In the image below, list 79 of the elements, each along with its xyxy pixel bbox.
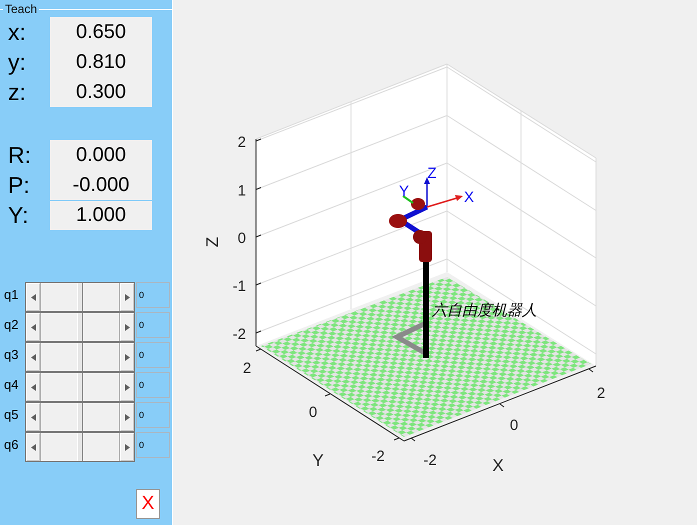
- left-arrow-icon: [30, 444, 36, 450]
- joint-slider[interactable]: [25, 432, 135, 462]
- frame-axis-label: X: [464, 189, 474, 206]
- slider-thumb[interactable]: [77, 433, 83, 461]
- scroll-left-button[interactable]: [26, 403, 40, 431]
- joint-label: q4: [3, 376, 20, 394]
- slider-thumb[interactable]: [77, 313, 83, 341]
- coordinate-label: x:: [8, 18, 27, 47]
- coordinate-value: 0.650: [50, 17, 152, 47]
- right-arrow-icon: [124, 384, 130, 390]
- slider-thumb[interactable]: [77, 283, 83, 311]
- joint-label: q3: [3, 346, 20, 364]
- tick-label: 2: [596, 385, 606, 402]
- scroll-left-button[interactable]: [26, 283, 40, 311]
- tick-label: 2: [242, 360, 252, 377]
- joint-value-field[interactable]: 0: [136, 312, 170, 338]
- joint-label: q6: [3, 436, 20, 454]
- joint-value-field[interactable]: 0: [136, 282, 170, 308]
- tick-label: 0: [308, 404, 318, 421]
- coordinate-label: P:: [8, 171, 31, 200]
- close-button[interactable]: X: [136, 489, 160, 519]
- joint-slider[interactable]: [25, 342, 135, 372]
- left-arrow-icon: [30, 414, 36, 420]
- coordinate-value: 0.810: [50, 47, 152, 77]
- coordinate-label: R:: [8, 141, 32, 170]
- slider-thumb[interactable]: [77, 343, 83, 371]
- coordinate-value: 0.000: [50, 140, 152, 170]
- scroll-right-button[interactable]: [120, 373, 134, 401]
- joint-value-field[interactable]: 0: [136, 372, 170, 398]
- right-arrow-icon: [124, 294, 130, 300]
- tick-label: 2: [238, 134, 246, 151]
- slider-thumb[interactable]: [77, 403, 83, 431]
- right-arrow-icon: [124, 354, 130, 360]
- coordinate-label: z:: [8, 78, 27, 107]
- joint-value-field[interactable]: 0: [136, 402, 170, 428]
- right-arrow-icon: [124, 444, 130, 450]
- left-arrow-icon: [30, 294, 36, 300]
- slider-thumb[interactable]: [77, 373, 83, 401]
- joint-slider[interactable]: [25, 372, 135, 402]
- scroll-left-button[interactable]: [26, 373, 40, 401]
- coordinate-value: -0.000: [50, 170, 152, 200]
- coordinate-label: Y:: [8, 201, 30, 230]
- axis-label: Z: [203, 236, 222, 248]
- right-arrow-icon: [124, 414, 130, 420]
- axis-label: X: [492, 456, 504, 475]
- joint-value-field[interactable]: 0: [136, 432, 170, 458]
- left-arrow-icon: [30, 354, 36, 360]
- joint-label: q1: [3, 286, 20, 304]
- left-arrow-icon: [30, 324, 36, 330]
- plot-annotation: 六自由度机器人: [432, 301, 537, 319]
- tick-label: -2: [232, 326, 246, 343]
- frame-axis-label: Z: [427, 165, 437, 182]
- right-arrow-icon: [124, 324, 130, 330]
- joint-label: q5: [3, 406, 20, 424]
- tick-label: -2: [423, 452, 437, 469]
- axis-label: Y: [312, 451, 324, 470]
- joint-label: q2: [3, 316, 20, 334]
- scroll-right-button[interactable]: [120, 313, 134, 341]
- scroll-right-button[interactable]: [120, 343, 134, 371]
- tick-label: -1: [232, 278, 246, 295]
- tick-label: 0: [510, 417, 518, 434]
- coordinate-value: 1.000: [50, 200, 152, 230]
- joint-slider[interactable]: [25, 282, 135, 312]
- coordinate-value: 0.300: [50, 77, 152, 107]
- joint-slider[interactable]: [25, 312, 135, 342]
- joint-value-field[interactable]: 0: [136, 342, 170, 368]
- scroll-left-button[interactable]: [26, 433, 40, 461]
- left-arrow-icon: [30, 384, 36, 390]
- scroll-left-button[interactable]: [26, 313, 40, 341]
- scroll-right-button[interactable]: [120, 283, 134, 311]
- joint-slider[interactable]: [25, 402, 135, 432]
- scroll-right-button[interactable]: [120, 403, 134, 431]
- coordinate-label: y:: [8, 48, 27, 77]
- tick-label: 1: [238, 182, 246, 200]
- scroll-left-button[interactable]: [26, 343, 40, 371]
- frame-axis-label: Y: [399, 183, 409, 200]
- scroll-right-button[interactable]: [120, 433, 134, 461]
- tick-label: -2: [371, 448, 385, 465]
- tick-label: 0: [238, 230, 246, 247]
